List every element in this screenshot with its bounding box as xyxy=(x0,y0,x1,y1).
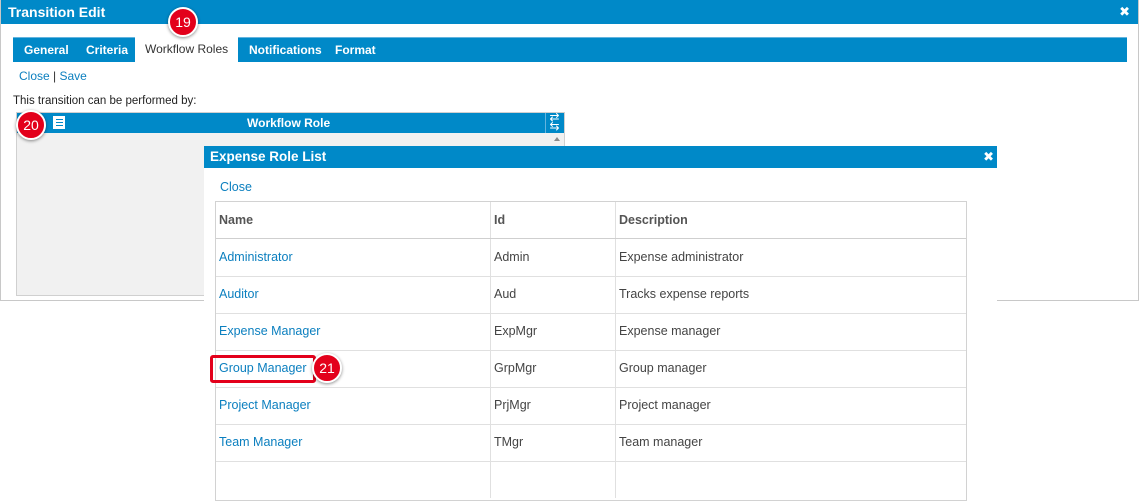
tab-workflow-roles[interactable]: Workflow Roles xyxy=(135,37,239,63)
role-description: Tracks expense reports xyxy=(615,276,966,313)
close-link[interactable]: Close xyxy=(19,69,50,83)
table-row[interactable]: Team Manager TMgr Team manager xyxy=(216,424,966,462)
role-name-link[interactable]: Expense Manager xyxy=(219,324,320,338)
group-manager-highlight xyxy=(210,355,316,383)
role-id: ExpMgr xyxy=(490,313,615,350)
table-row[interactable]: Administrator Admin Expense administrato… xyxy=(216,239,966,277)
role-description: Team manager xyxy=(615,424,966,461)
role-description: Expense administrator xyxy=(615,239,966,276)
table-row[interactable]: Auditor Aud Tracks expense reports xyxy=(216,276,966,314)
role-id: Aud xyxy=(490,276,615,313)
table-row[interactable]: Expense Manager ExpMgr Expense manager xyxy=(216,313,966,351)
step-badge-21: 21 xyxy=(312,353,342,383)
dialog-titlebar: Expense Role List ✖ xyxy=(204,146,997,168)
action-links: Close | Save xyxy=(19,69,87,83)
action-separator: | xyxy=(53,69,57,83)
window-title: Transition Edit xyxy=(8,4,106,20)
role-name-link[interactable]: Project Manager xyxy=(219,398,311,412)
tab-notifications[interactable]: Notifications xyxy=(249,38,322,62)
expense-role-list-dialog: Expense Role List ✖ Close Name Id Descri… xyxy=(204,146,997,501)
table-row[interactable]: Project Manager PrjMgr Project manager xyxy=(216,387,966,425)
tab-bar: General Criteria Workflow Roles Notifica… xyxy=(13,37,1127,63)
role-description: Project manager xyxy=(615,387,966,424)
role-id: GrpMgr xyxy=(490,350,615,387)
role-description: Group manager xyxy=(615,350,966,387)
role-name-link[interactable]: Auditor xyxy=(219,287,259,301)
performed-by-label: This transition can be performed by: xyxy=(13,95,197,107)
close-icon[interactable]: ✖ xyxy=(1119,4,1130,20)
id-column-header[interactable]: Id xyxy=(490,202,615,238)
tab-format[interactable]: Format xyxy=(335,38,376,62)
save-link[interactable]: Save xyxy=(60,69,87,83)
table-header-row: Name Id Description xyxy=(216,202,966,239)
dialog-close-link[interactable]: Close xyxy=(220,180,252,194)
step-badge-19: 19 xyxy=(168,7,198,37)
description-column-header[interactable]: Description xyxy=(615,202,966,238)
dialog-title: Expense Role List xyxy=(210,149,327,164)
role-id: TMgr xyxy=(490,424,615,461)
tab-criteria[interactable]: Criteria xyxy=(86,38,128,62)
name-column-header[interactable]: Name xyxy=(216,202,490,238)
grid-header: Workflow Role ⇄ ⇆ xyxy=(17,111,564,133)
workflow-role-column-header[interactable]: Workflow Role xyxy=(247,116,330,130)
dialog-close-icon[interactable]: ✖ xyxy=(983,149,994,165)
column-menu-icon[interactable] xyxy=(53,116,65,129)
empty-table-row xyxy=(216,461,966,498)
role-name-link[interactable]: Administrator xyxy=(219,250,293,264)
tab-general[interactable]: General xyxy=(24,38,69,62)
role-id: PrjMgr xyxy=(490,387,615,424)
step-badge-20: 20 xyxy=(16,110,46,140)
swap-arrows-icon[interactable]: ⇄ ⇆ xyxy=(545,111,563,133)
role-table: Name Id Description Administrator Admin … xyxy=(215,201,967,501)
scroll-up-icon[interactable] xyxy=(554,137,560,141)
role-description: Expense manager xyxy=(615,313,966,350)
role-id: Admin xyxy=(490,239,615,276)
role-name-link[interactable]: Team Manager xyxy=(219,435,302,449)
